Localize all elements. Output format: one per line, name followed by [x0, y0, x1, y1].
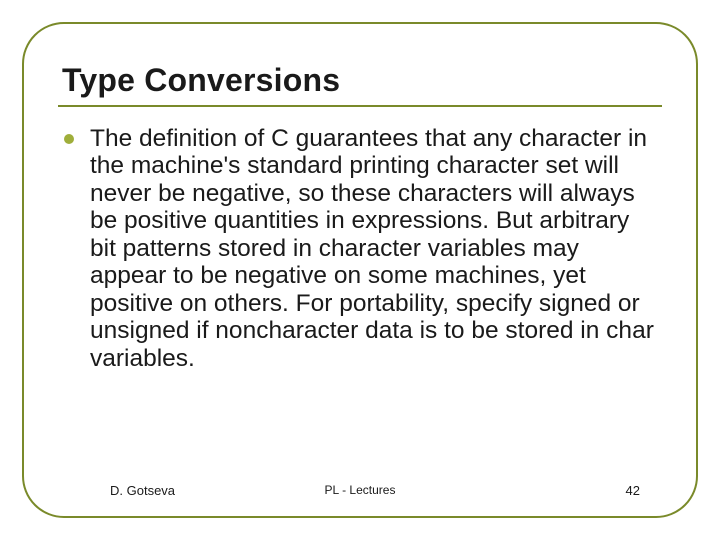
bullet-dot-icon: [64, 134, 74, 144]
slide-footer: D. Gotseva PL - Lectures 42: [24, 483, 696, 498]
footer-center: PL - Lectures: [325, 483, 396, 497]
slide-title: Type Conversions: [62, 62, 662, 99]
slide-body-text: The definition of C guarantees that any …: [90, 125, 658, 372]
title-underline: [58, 105, 662, 107]
slide-content: The definition of C guarantees that any …: [58, 125, 662, 372]
slide-frame: Type Conversions The definition of C gua…: [22, 22, 698, 518]
footer-author: D. Gotseva: [110, 483, 175, 498]
footer-page-number: 42: [626, 483, 640, 498]
